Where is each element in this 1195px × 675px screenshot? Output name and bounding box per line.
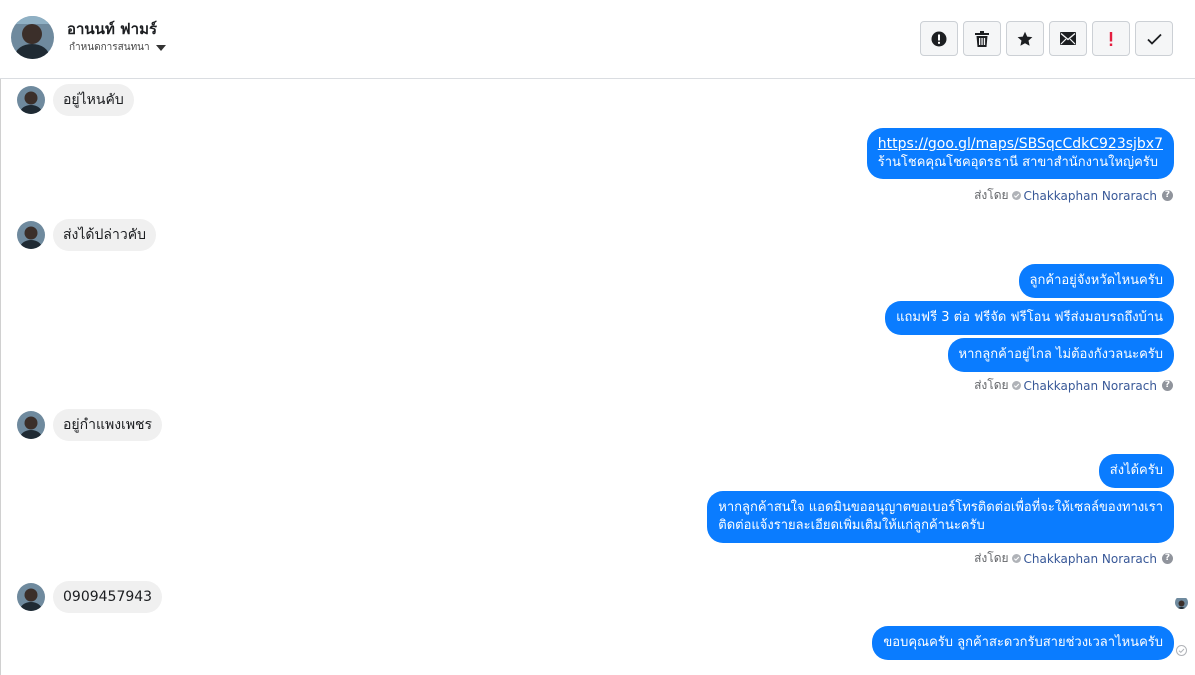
incoming-message-row: อยู่กำแพงเพชร (17, 409, 163, 441)
agent-name[interactable]: Chakkaphan Norarach (1024, 379, 1157, 393)
envelope-icon (1060, 32, 1076, 45)
help-icon[interactable]: ? (1162, 190, 1173, 201)
sent-by-label: ส่งโดย (974, 188, 1009, 202)
incoming-message: 0909457943 (53, 581, 163, 613)
exclamation-icon (1109, 31, 1113, 46)
outgoing-message: ส่งได้ครับ (1098, 454, 1174, 488)
outgoing-message: https://goo.gl/maps/SBSqcCdkC923sjbx7 ร้… (866, 128, 1174, 179)
star-button[interactable] (1006, 21, 1044, 56)
trash-icon (975, 30, 989, 47)
checkmark-icon (1146, 33, 1162, 45)
delete-button[interactable] (963, 21, 1001, 56)
follow-up-button[interactable] (1092, 21, 1130, 56)
seen-by-avatar (1175, 596, 1188, 609)
agent-name[interactable]: Chakkaphan Norarach (1024, 552, 1157, 566)
outgoing-message-text: ร้านโชคคุณโชคอุดรธานี สาขาสำนักงานใหญ่คร… (877, 155, 1159, 170)
report-spam-button[interactable] (920, 21, 958, 56)
contact-avatar[interactable] (17, 221, 45, 249)
conversation-header: อานนท์ ฟามร์ กำหนดการสนทนา (0, 0, 1195, 79)
star-icon (1017, 31, 1033, 46)
incoming-message: ส่งได้ปล่าวคับ (53, 219, 156, 251)
contact-avatar[interactable] (11, 16, 54, 59)
incoming-message-row: ส่งได้ปล่าวคับ (17, 219, 156, 251)
conversation-assign-label: กำหนดการสนทนา (69, 42, 150, 53)
outgoing-message-line: ติดต่อแจ้งรายละเอียดเพิ่มเติมให้แก่ลูกค้… (718, 518, 985, 533)
contact-avatar[interactable] (17, 86, 45, 114)
help-icon[interactable]: ? (1162, 553, 1173, 564)
contact-avatar[interactable] (17, 583, 45, 611)
incoming-message-row: 0909457943 (17, 581, 163, 613)
incoming-message: อยู่ไหนคับ (53, 84, 134, 116)
caret-down-icon (155, 44, 166, 51)
incoming-message: อยู่กำแพงเพชร (53, 409, 163, 441)
sent-by-info: ส่งโดย Chakkaphan Norarach ? (974, 186, 1173, 205)
contact-avatar[interactable] (17, 411, 45, 439)
map-link[interactable]: https://goo.gl/maps/SBSqcCdkC923sjbx7 (878, 136, 1163, 152)
outgoing-message: แถมฟรี 3 ต่อ ฟรีจัด ฟรีโอน ฟรีส่งมอบรถถึ… (885, 301, 1174, 335)
verified-check-icon (1011, 554, 1021, 563)
conversation-toolbar (920, 21, 1173, 56)
alert-circle-icon (931, 31, 947, 46)
conversation-assign-dropdown[interactable]: กำหนดการสนทนา (69, 40, 166, 55)
mark-done-button[interactable] (1135, 21, 1173, 56)
sent-by-label: ส่งโดย (974, 551, 1009, 565)
help-icon[interactable]: ? (1162, 380, 1173, 391)
verified-check-icon (1011, 191, 1021, 200)
outgoing-message: ขอบคุณครับ ลูกค้าสะดวกรับสายช่วงเวลาไหนค… (872, 626, 1174, 660)
outgoing-message-line: หากลูกค้าสนใจ แอดมินขออนุญาตขอเบอร์โทรติ… (718, 500, 1163, 515)
mark-unread-button[interactable] (1049, 21, 1087, 56)
sent-by-info: ส่งโดย Chakkaphan Norarach ? (974, 549, 1173, 568)
verified-check-icon (1011, 381, 1021, 390)
outgoing-message: หากลูกค้าสนใจ แอดมินขออนุญาตขอเบอร์โทรติ… (707, 491, 1174, 543)
incoming-message-row: อยู่ไหนคับ (17, 84, 134, 116)
sent-by-info: ส่งโดย Chakkaphan Norarach ? (974, 376, 1173, 395)
sent-by-label: ส่งโดย (974, 378, 1009, 392)
outgoing-message: ลูกค้าอยู่จังหวัดไหนครับ (1018, 264, 1174, 298)
agent-name[interactable]: Chakkaphan Norarach (1024, 189, 1157, 203)
message-thread[interactable]: อยู่ไหนคับ https://goo.gl/maps/SBSqcCdkC… (0, 79, 1195, 675)
delivered-check-icon (1176, 645, 1187, 656)
contact-name[interactable]: อานนท์ ฟามร์ (67, 17, 157, 41)
outgoing-message: หากลูกค้าอยู่ไกล ไม่ต้องกังวลนะครับ (947, 338, 1174, 372)
